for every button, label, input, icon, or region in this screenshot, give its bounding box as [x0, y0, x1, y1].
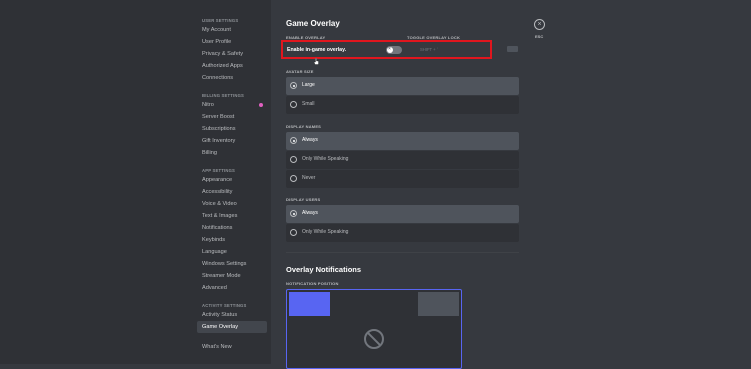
- radio-label: Only While Speaking: [302, 156, 349, 162]
- radio-label: Large: [302, 82, 315, 88]
- disabled-icon[interactable]: [363, 328, 385, 350]
- position-top-right[interactable]: [418, 292, 459, 316]
- overlay-lock-keybind[interactable]: SHIFT + `: [420, 47, 438, 52]
- radio-unchecked-icon: [290, 175, 297, 182]
- sidebar-category-billing-settings: BILLING SETTINGS: [202, 93, 245, 98]
- radio-unchecked-icon: [290, 101, 297, 108]
- section-divider: [286, 252, 519, 253]
- enable-overlay-text: Enable in-game overlay.: [287, 47, 347, 53]
- radio-users-only-while-speaking[interactable]: Only While Speaking: [286, 224, 519, 242]
- sidebar-item-notifications[interactable]: Notifications: [197, 222, 267, 234]
- position-top-left[interactable]: [289, 292, 330, 316]
- radio-label: Always: [302, 210, 318, 216]
- radio-unchecked-icon: [290, 156, 297, 163]
- avatar-size-label: AVATAR SIZE: [286, 69, 314, 74]
- sidebar-category-activity-settings: ACTIVITY SETTINGS: [202, 303, 247, 308]
- radio-avatar-small[interactable]: Small: [286, 96, 519, 114]
- radio-names-only-while-speaking[interactable]: Only While Speaking: [286, 151, 519, 169]
- sidebar-item-keybinds[interactable]: Keybinds: [197, 234, 267, 246]
- radio-names-always[interactable]: Always: [286, 132, 519, 150]
- overlay-notifications-title: Overlay Notifications: [286, 265, 362, 274]
- hand-cursor-icon: [314, 58, 319, 65]
- keyboard-icon[interactable]: [507, 46, 518, 52]
- radio-names-never[interactable]: Never: [286, 170, 519, 188]
- sidebar-item-language[interactable]: Language: [197, 246, 267, 258]
- toggle-knob: ×: [387, 46, 393, 53]
- close-button[interactable]: ×: [534, 19, 545, 30]
- esc-label: ESC: [535, 34, 544, 39]
- display-names-label: DISPLAY NAMES: [286, 124, 322, 129]
- radio-checked-icon: [290, 82, 297, 89]
- sidebar-item-server-boost[interactable]: Server Boost: [197, 111, 267, 123]
- sidebar-item-whats-new[interactable]: What's New: [197, 341, 267, 353]
- settings-sidebar: USER SETTINGS My Account User Profile Pr…: [197, 0, 271, 364]
- sidebar-item-gift-inventory[interactable]: Gift Inventory: [197, 135, 267, 147]
- sidebar-item-game-overlay[interactable]: Game Overlay: [197, 321, 267, 333]
- page-title: Game Overlay: [286, 19, 340, 28]
- enable-overlay-row: Enable in-game overlay. × SHIFT + `: [281, 40, 492, 59]
- radio-unchecked-icon: [290, 229, 297, 236]
- sidebar-category-app-settings: APP SETTINGS: [202, 168, 236, 173]
- sidebar-item-streamer-mode[interactable]: Streamer Mode: [197, 270, 267, 282]
- settings-content: Game Overlay ENABLE OVERLAY TOGGLE OVERL…: [272, 0, 751, 369]
- nitro-badge-icon: [259, 103, 263, 107]
- radio-label: Only While Speaking: [302, 229, 349, 235]
- radio-users-always[interactable]: Always: [286, 205, 519, 223]
- sidebar-item-privacy-safety[interactable]: Privacy & Safety: [197, 48, 267, 60]
- sidebar-item-advanced[interactable]: Advanced: [197, 282, 267, 294]
- radio-label: Always: [302, 137, 318, 143]
- radio-checked-icon: [290, 137, 297, 144]
- close-icon: ×: [388, 46, 391, 52]
- notification-position-picker: [286, 289, 462, 369]
- sidebar-item-user-profile[interactable]: User Profile: [197, 36, 267, 48]
- sidebar-category-user-settings: USER SETTINGS: [202, 18, 239, 23]
- notification-position-label: NOTIFICATION POSITION: [286, 281, 339, 286]
- sidebar-item-activity-status[interactable]: Activity Status: [197, 309, 267, 321]
- sidebar-item-billing[interactable]: Billing: [197, 147, 267, 159]
- radio-label: Never: [302, 175, 316, 181]
- sidebar-item-label: Nitro: [202, 102, 214, 108]
- sidebar-item-appearance[interactable]: Appearance: [197, 174, 267, 186]
- radio-checked-icon: [290, 210, 297, 217]
- sidebar-item-authorized-apps[interactable]: Authorized Apps: [197, 60, 267, 72]
- close-icon: ×: [537, 21, 542, 28]
- enable-overlay-toggle[interactable]: ×: [386, 46, 402, 54]
- sidebar-item-accessibility[interactable]: Accessibility: [197, 186, 267, 198]
- radio-avatar-large[interactable]: Large: [286, 77, 519, 95]
- sidebar-item-nitro[interactable]: Nitro: [197, 99, 267, 111]
- sidebar-item-my-account[interactable]: My Account: [197, 24, 267, 36]
- sidebar-item-text-images[interactable]: Text & Images: [197, 210, 267, 222]
- radio-label: Small: [302, 101, 315, 107]
- sidebar-item-subscriptions[interactable]: Subscriptions: [197, 123, 267, 135]
- left-background: [0, 0, 197, 364]
- sidebar-item-windows-settings[interactable]: Windows Settings: [197, 258, 267, 270]
- sidebar-item-connections[interactable]: Connections: [197, 72, 267, 84]
- display-users-label: DISPLAY USERS: [286, 197, 321, 202]
- sidebar-item-voice-video[interactable]: Voice & Video: [197, 198, 267, 210]
